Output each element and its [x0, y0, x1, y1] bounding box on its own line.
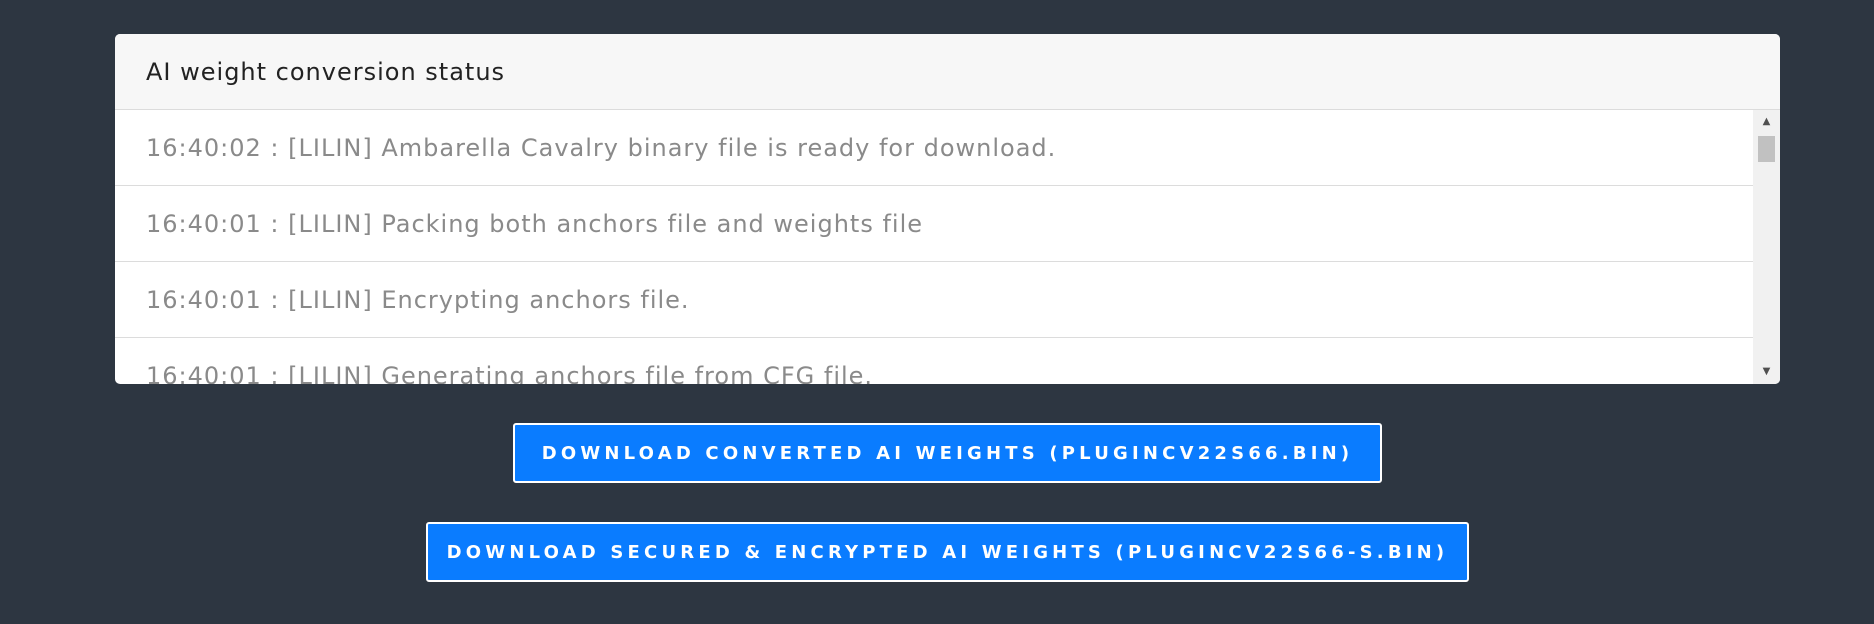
log-entry: 16:40:01 : [LILIN] Generating anchors fi…	[115, 338, 1753, 385]
log-list: 16:40:02 : [LILIN] Ambarella Cavalry bin…	[115, 110, 1753, 384]
log-scrollbar[interactable]: ▲ ▼	[1753, 110, 1780, 384]
conversion-status-panel: AI weight conversion status 16:40:02 : […	[115, 34, 1780, 384]
log-entry: 16:40:01 : [LILIN] Encrypting anchors fi…	[115, 262, 1753, 338]
download-secured-weights-button[interactable]: DOWNLOAD SECURED & ENCRYPTED AI WEIGHTS …	[426, 522, 1469, 582]
panel-title: AI weight conversion status	[146, 57, 506, 86]
page: AI weight conversion status 16:40:02 : […	[0, 0, 1874, 624]
scroll-down-arrow-icon[interactable]: ▼	[1753, 362, 1780, 380]
log-area[interactable]: 16:40:02 : [LILIN] Ambarella Cavalry bin…	[115, 110, 1780, 384]
log-entry: 16:40:02 : [LILIN] Ambarella Cavalry bin…	[115, 110, 1753, 186]
panel-header: AI weight conversion status	[115, 34, 1780, 110]
log-entry: 16:40:01 : [LILIN] Packing both anchors …	[115, 186, 1753, 262]
scroll-up-arrow-icon[interactable]: ▲	[1753, 112, 1780, 130]
download-converted-weights-button[interactable]: DOWNLOAD CONVERTED AI WEIGHTS (PLUGINCV2…	[513, 423, 1382, 483]
scrollbar-thumb[interactable]	[1758, 136, 1775, 162]
